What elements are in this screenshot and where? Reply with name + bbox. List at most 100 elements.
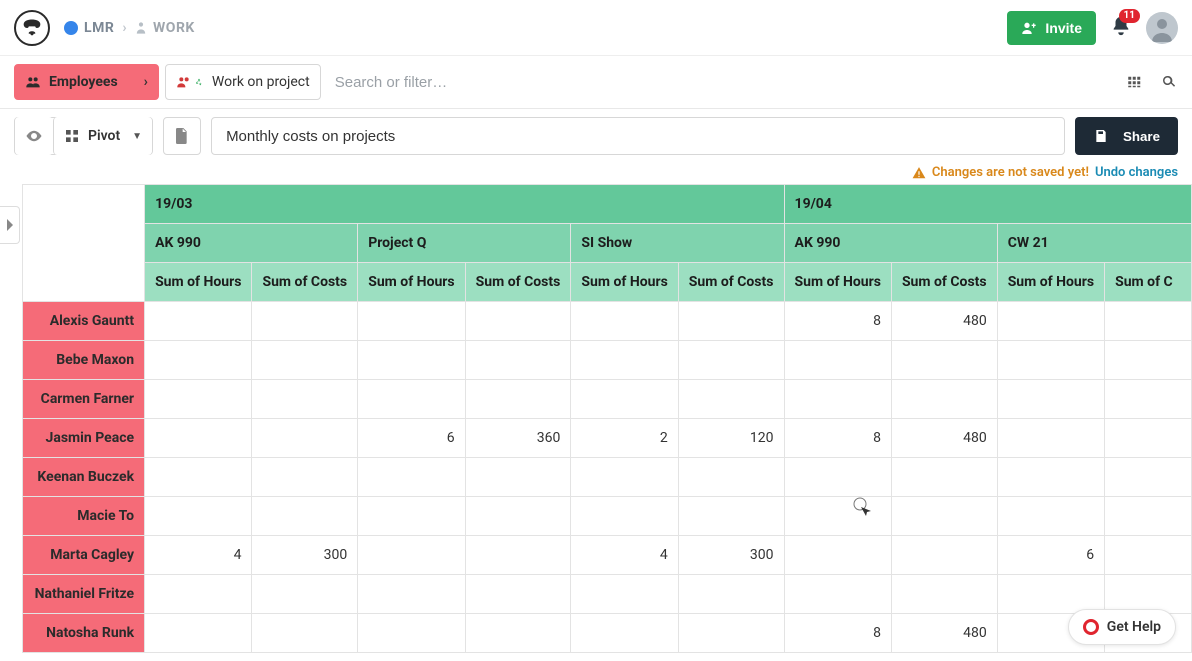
project-header[interactable]: Project Q — [358, 224, 571, 263]
expand-sidebar-handle[interactable] — [0, 206, 20, 244]
pivot-cell[interactable] — [891, 497, 997, 536]
pivot-cell[interactable] — [571, 302, 678, 341]
row-header[interactable]: Marta Cagley — [23, 536, 145, 575]
pivot-cell[interactable] — [252, 497, 358, 536]
pivot-cell[interactable] — [252, 302, 358, 341]
pivot-cell[interactable] — [891, 536, 997, 575]
pivot-cell[interactable] — [571, 380, 678, 419]
pivot-cell[interactable] — [465, 380, 571, 419]
pivot-cell[interactable] — [678, 614, 784, 653]
pivot-cell[interactable]: 6 — [997, 536, 1104, 575]
pivot-cell[interactable] — [1105, 497, 1192, 536]
pivot-cell[interactable] — [252, 419, 358, 458]
columns-icon[interactable] — [1126, 73, 1144, 91]
measure-header[interactable]: Sum of Costs — [465, 263, 571, 302]
pivot-cell[interactable]: 120 — [678, 419, 784, 458]
pivot-cell[interactable]: 480 — [891, 302, 997, 341]
pivot-cell[interactable] — [465, 458, 571, 497]
search-icon[interactable] — [1160, 73, 1178, 91]
pivot-cell[interactable] — [678, 380, 784, 419]
pivot-cell[interactable] — [678, 458, 784, 497]
row-header[interactable]: Natosha Runk — [23, 614, 145, 653]
project-header[interactable]: CW 21 — [997, 224, 1191, 263]
pivot-cell[interactable] — [145, 614, 252, 653]
pivot-cell[interactable]: 480 — [891, 614, 997, 653]
measure-header[interactable]: Sum of Hours — [145, 263, 252, 302]
pivot-cell[interactable] — [891, 380, 997, 419]
pivot-cell[interactable] — [891, 458, 997, 497]
visibility-button[interactable] — [15, 117, 53, 155]
view-type-dropdown[interactable]: Pivot ▼ — [53, 117, 152, 155]
pivot-cell[interactable] — [678, 302, 784, 341]
notifications-button[interactable]: 11 — [1110, 15, 1132, 41]
pivot-cell[interactable] — [358, 458, 465, 497]
pivot-cell[interactable] — [997, 575, 1104, 614]
pivot-cell[interactable]: 2 — [571, 419, 678, 458]
measure-header[interactable]: Sum of Hours — [358, 263, 465, 302]
pivot-cell[interactable] — [997, 419, 1104, 458]
pivot-cell[interactable] — [997, 302, 1104, 341]
help-button[interactable]: Get Help — [1068, 609, 1176, 645]
pivot-cell[interactable] — [252, 458, 358, 497]
pivot-cell[interactable] — [145, 302, 252, 341]
pivot-cell[interactable]: 360 — [465, 419, 571, 458]
pivot-cell[interactable] — [252, 380, 358, 419]
project-header[interactable]: AK 990 — [145, 224, 358, 263]
pivot-cell[interactable] — [145, 458, 252, 497]
pivot-cell[interactable] — [997, 458, 1104, 497]
report-name-input[interactable] — [211, 117, 1065, 155]
row-header[interactable]: Nathaniel Fritze — [23, 575, 145, 614]
pivot-cell[interactable] — [1105, 302, 1192, 341]
pivot-cell[interactable] — [1105, 536, 1192, 575]
pivot-cell[interactable] — [1105, 575, 1192, 614]
pivot-cell[interactable] — [358, 497, 465, 536]
pivot-cell[interactable] — [571, 575, 678, 614]
pivot-cell[interactable] — [997, 341, 1104, 380]
pivot-cell[interactable] — [145, 575, 252, 614]
pivot-cell[interactable] — [1105, 341, 1192, 380]
relation-pill[interactable]: Work on project — [165, 64, 321, 100]
primary-entity-pill[interactable]: Employees › — [14, 64, 159, 100]
pivot-cell[interactable] — [784, 497, 891, 536]
pivot-cell[interactable] — [358, 614, 465, 653]
pivot-cell[interactable] — [1105, 458, 1192, 497]
pivot-cell[interactable] — [678, 341, 784, 380]
pivot-cell[interactable] — [891, 341, 997, 380]
pivot-cell[interactable] — [358, 536, 465, 575]
pivot-cell[interactable]: 480 — [891, 419, 997, 458]
period-header[interactable]: 19/03 — [145, 185, 784, 224]
pivot-cell[interactable] — [1105, 380, 1192, 419]
pivot-cell[interactable] — [358, 380, 465, 419]
pivot-cell[interactable] — [145, 497, 252, 536]
pivot-cell[interactable] — [784, 341, 891, 380]
pivot-cell[interactable]: 8 — [784, 419, 891, 458]
measure-header[interactable]: Sum of Costs — [891, 263, 997, 302]
measure-header[interactable]: Sum of Costs — [252, 263, 358, 302]
pivot-cell[interactable] — [571, 458, 678, 497]
new-page-button[interactable] — [163, 117, 201, 155]
pivot-cell[interactable] — [784, 380, 891, 419]
pivot-cell[interactable] — [465, 497, 571, 536]
row-header[interactable]: Alexis Gauntt — [23, 302, 145, 341]
measure-header[interactable]: Sum of Costs — [678, 263, 784, 302]
pivot-cell[interactable] — [571, 614, 678, 653]
pivot-cell[interactable] — [465, 614, 571, 653]
pivot-cell[interactable] — [145, 341, 252, 380]
pivot-cell[interactable] — [784, 536, 891, 575]
pivot-cell[interactable] — [678, 497, 784, 536]
pivot-cell[interactable] — [145, 380, 252, 419]
pivot-cell[interactable] — [358, 575, 465, 614]
pivot-cell[interactable]: 8 — [784, 302, 891, 341]
row-header[interactable]: Bebe Maxon — [23, 341, 145, 380]
pivot-cell[interactable] — [465, 575, 571, 614]
project-header[interactable]: SI Show — [571, 224, 784, 263]
search-input[interactable] — [327, 64, 1120, 100]
logo[interactable] — [14, 10, 50, 46]
row-header[interactable]: Carmen Farner — [23, 380, 145, 419]
pivot-cell[interactable] — [891, 575, 997, 614]
pivot-cell[interactable] — [252, 614, 358, 653]
breadcrumb-item-lmr[interactable]: LMR — [64, 20, 114, 36]
project-header[interactable]: AK 990 — [784, 224, 997, 263]
breadcrumb-item-work[interactable]: WORK — [135, 20, 195, 36]
pivot-cell[interactable] — [145, 419, 252, 458]
